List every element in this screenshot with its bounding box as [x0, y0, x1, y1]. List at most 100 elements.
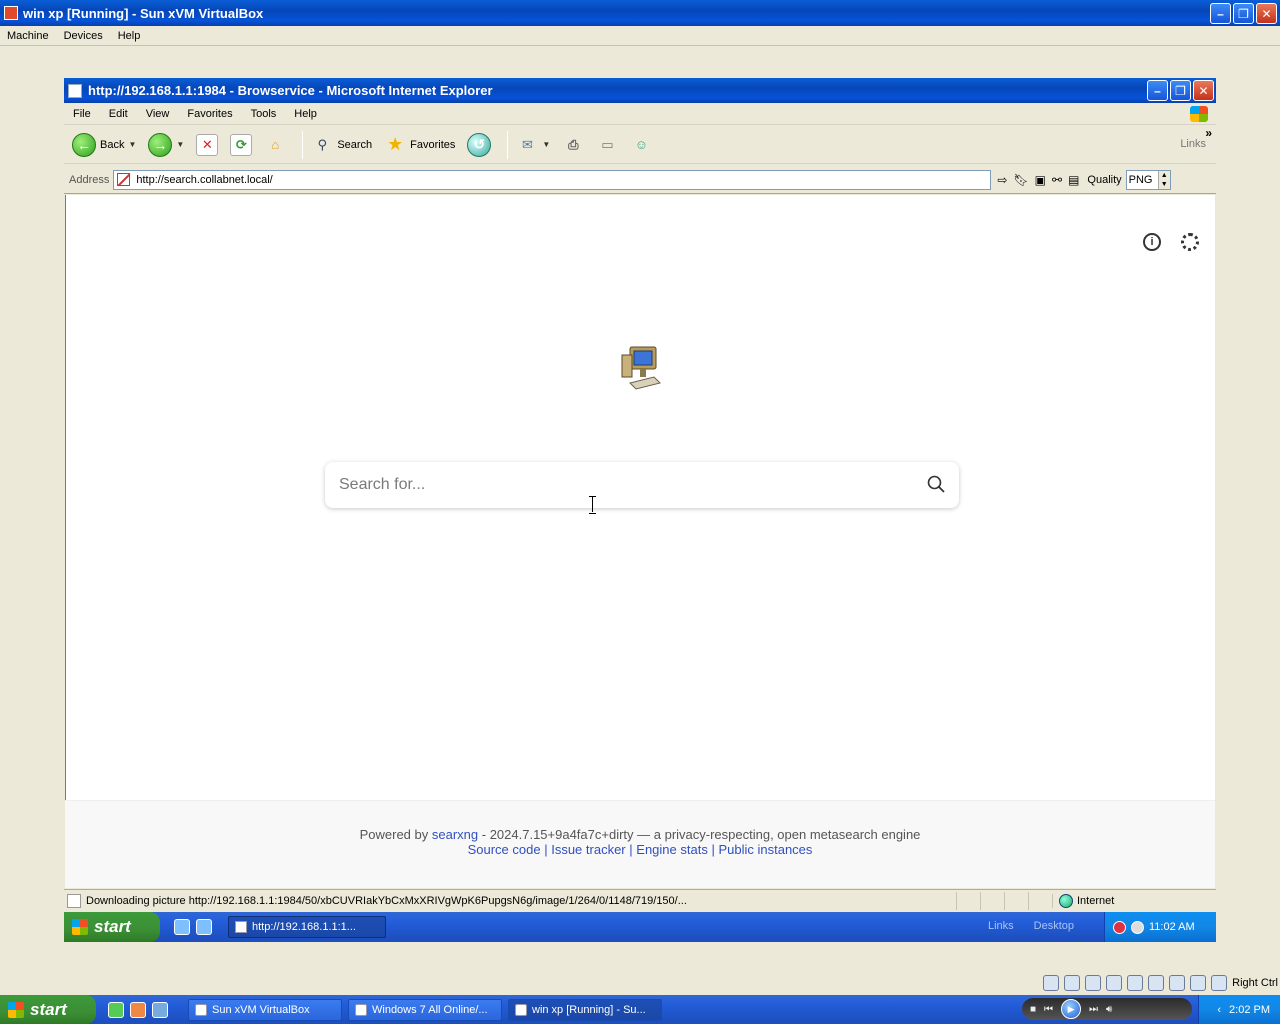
cd-rom-icon[interactable]	[1064, 975, 1081, 991]
host-clock[interactable]: 2:02 PM	[1229, 1004, 1270, 1016]
mail-icon: ✉	[521, 136, 533, 152]
quicklaunch-app-icon[interactable]	[108, 1001, 124, 1018]
windows-flag-icon	[8, 1001, 24, 1018]
menu-devices[interactable]: Devices	[57, 30, 111, 42]
quicklaunch-ie-icon[interactable]	[174, 919, 190, 935]
ie-menu-help[interactable]: Help	[285, 108, 326, 120]
guest-links-toolbar[interactable]: Links	[988, 920, 1014, 932]
settings-gear-icon[interactable]	[1181, 233, 1199, 251]
search-box[interactable]	[325, 462, 959, 508]
status-cell	[1028, 891, 1052, 910]
mail-dropdown-icon[interactable]: ▼	[542, 140, 550, 149]
refresh-button[interactable]: ⟳	[228, 129, 254, 161]
clipboard-icon[interactable]: ▤	[1068, 173, 1079, 187]
search-input[interactable]	[339, 476, 899, 494]
network-adapter-icon[interactable]	[1106, 975, 1123, 991]
toolbar-links[interactable]: Links	[1180, 138, 1206, 150]
history-button[interactable]: ↺	[465, 129, 493, 161]
media-play-icon[interactable]: ▶	[1061, 999, 1082, 1019]
ie-close-button[interactable]: ✕	[1193, 80, 1214, 101]
forward-dropdown-icon[interactable]: ▼	[176, 140, 184, 149]
public-instances-link[interactable]: Public instances	[718, 842, 812, 857]
info-icon[interactable]: i	[1143, 233, 1161, 251]
windows-logo-icon	[1190, 106, 1208, 122]
favorites-button[interactable]: ★ Favorites	[382, 129, 457, 161]
ie-menu-file[interactable]: File	[64, 108, 100, 120]
close-button[interactable]: ✕	[1256, 3, 1277, 24]
bookmark-icon[interactable]: 🔖︎	[1013, 173, 1028, 187]
print-button[interactable]: ⎙	[560, 129, 586, 161]
ie-maximize-button[interactable]: ❐	[1170, 80, 1191, 101]
page-footer: Powered by searxng - 2024.7.15+9a4fa7c+d…	[65, 800, 1215, 888]
go-arrow-icon[interactable]: ⇨	[997, 173, 1007, 187]
search-magnifier-icon: ⚲	[317, 136, 328, 152]
host-start-button[interactable]: start	[0, 995, 96, 1024]
messenger-button[interactable]: ☺	[628, 129, 654, 161]
search-button[interactable]: ⚲ Search	[309, 129, 374, 161]
media-prev-icon[interactable]: ⏮	[1044, 1004, 1053, 1015]
ie-menu-favorites[interactable]: Favorites	[178, 108, 241, 120]
virtualization-icon[interactable]	[1169, 975, 1186, 991]
vbox-title-bar[interactable]: win xp [Running] - Sun xVM VirtualBox – …	[0, 0, 1280, 26]
search-icon[interactable]	[927, 475, 945, 493]
hard-disk-icon[interactable]	[1043, 975, 1060, 991]
ie-minimize-button[interactable]: –	[1147, 80, 1168, 101]
address-input[interactable]: http://search.collabnet.local/	[113, 169, 992, 190]
address-bar: Address http://search.collabnet.local/ ⇨…	[64, 166, 1216, 194]
source-code-link[interactable]: Source code	[468, 842, 541, 857]
messenger-icon: ☺	[634, 137, 648, 152]
host-task-winxp[interactable]: win xp [Running] - Su...	[508, 998, 662, 1021]
guest-desktop-toolbar[interactable]: Desktop	[1034, 920, 1074, 932]
quicklaunch-chrome-icon[interactable]	[130, 1001, 146, 1018]
menu-help[interactable]: Help	[111, 30, 149, 42]
mouse-integration-icon[interactable]	[1190, 975, 1207, 991]
host-task-windows7[interactable]: Windows 7 All Online/...	[348, 998, 502, 1021]
home-button[interactable]: ⌂	[262, 129, 288, 161]
vbox-window-title: win xp [Running] - Sun xVM VirtualBox	[23, 5, 264, 21]
stop-button[interactable]: ✕	[194, 129, 220, 161]
media-next-icon[interactable]: ⏭	[1089, 1004, 1098, 1015]
media-stop-icon[interactable]: ■	[1030, 1004, 1036, 1015]
download-page-icon	[67, 893, 81, 908]
quality-select[interactable]: PNG ▲ ▼	[1125, 169, 1171, 190]
host-task-virtualbox[interactable]: Sun xVM VirtualBox	[188, 998, 342, 1021]
quicklaunch-desktop-icon[interactable]	[196, 919, 212, 935]
toolbar-divider	[302, 130, 304, 159]
ie-menu-edit[interactable]: Edit	[100, 108, 137, 120]
menu-machine[interactable]: Machine	[0, 30, 57, 42]
guest-start-button[interactable]: start	[64, 912, 160, 942]
guest-clock[interactable]: 11:02 AM	[1149, 921, 1195, 933]
vbox-status-bar: Right Ctrl	[1043, 975, 1278, 991]
tray-expand-icon[interactable]: ‹	[1217, 1004, 1221, 1016]
toolbar-overflow-icon[interactable]: »	[1205, 126, 1212, 140]
forward-button[interactable]: → ▼	[146, 129, 186, 161]
page-viewport[interactable]: i	[65, 195, 1215, 887]
maximize-button[interactable]: ❐	[1233, 3, 1254, 24]
guest-task-ie[interactable]: http://192.168.1.1:1...	[228, 916, 386, 938]
back-dropdown-icon[interactable]: ▼	[128, 140, 136, 149]
shared-folders-icon[interactable]	[1148, 975, 1165, 991]
back-button[interactable]: ← Back ▼	[70, 129, 138, 161]
floppy-icon[interactable]	[1085, 975, 1102, 991]
find-icon[interactable]: ⚯	[1052, 173, 1062, 187]
security-shield-icon[interactable]	[1113, 920, 1126, 934]
edit-button[interactable]: ▭	[594, 129, 620, 161]
ie-page-icon	[68, 83, 82, 98]
ie-title-bar[interactable]: http://192.168.1.1:1984 - Browservice - …	[64, 78, 1216, 103]
ie-menu-tools[interactable]: Tools	[242, 108, 286, 120]
host-task-label: Sun xVM VirtualBox	[212, 1003, 310, 1016]
quicklaunch-ie-icon[interactable]	[152, 1001, 168, 1018]
ie-menu-view[interactable]: View	[137, 108, 179, 120]
minimize-button[interactable]: –	[1210, 3, 1231, 24]
guest-screen[interactable]: http://192.168.1.1:1984 - Browservice - …	[64, 78, 1216, 942]
ie-menu-bar: File Edit View Favorites Tools Help	[64, 103, 1216, 125]
mail-button[interactable]: ✉ ▼	[514, 129, 552, 161]
usb-icon[interactable]	[1127, 975, 1144, 991]
volume-icon[interactable]: 🔊︎	[1106, 1004, 1112, 1015]
network-icon[interactable]	[1131, 920, 1144, 934]
issue-tracker-link[interactable]: Issue tracker	[551, 842, 625, 857]
save-page-icon[interactable]: ▣	[1035, 173, 1046, 187]
searxng-link[interactable]: searxng	[432, 827, 478, 842]
engine-stats-link[interactable]: Engine stats	[636, 842, 708, 857]
quality-spinner-icon[interactable]: ▲ ▼	[1157, 170, 1170, 189]
